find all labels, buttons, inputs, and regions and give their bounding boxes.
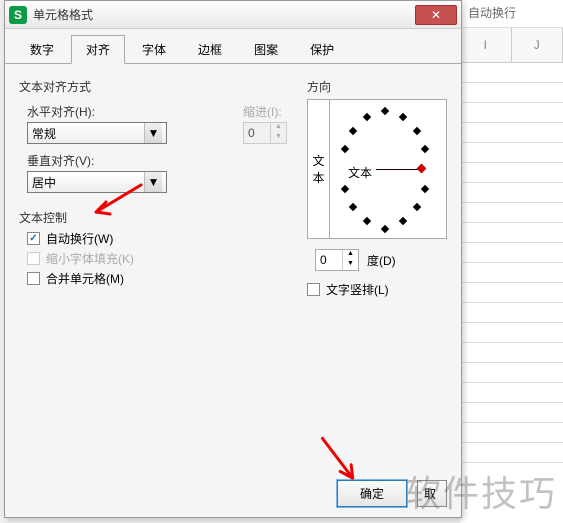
tab-number[interactable]: 数字 xyxy=(15,35,69,63)
vertical-layout-checkbox-row[interactable]: 文字竖排(L) xyxy=(307,281,447,298)
wrap-text-checkbox[interactable] xyxy=(27,232,40,245)
vertical-layout-checkbox[interactable] xyxy=(307,283,320,296)
titlebar[interactable]: S 单元格格式 ✕ xyxy=(5,1,461,29)
tab-border[interactable]: 边框 xyxy=(183,35,237,63)
spreadsheet-bg: I J xyxy=(460,28,563,523)
bg-wrap-button[interactable]: 自动换行 xyxy=(460,0,524,25)
text-align-group-label: 文本对齐方式 xyxy=(19,78,287,95)
h-align-label: 水平对齐(H): xyxy=(27,103,235,120)
chevron-down-icon: ▼ xyxy=(144,172,162,192)
tab-pattern[interactable]: 图案 xyxy=(239,35,293,63)
dial-handle[interactable] xyxy=(417,164,427,174)
cancel-button[interactable]: 取 xyxy=(417,480,447,507)
orientation-box: 文 本 文本 xyxy=(307,99,447,239)
merge-checkbox[interactable] xyxy=(27,272,40,285)
vertical-layout-label: 文字竖排(L) xyxy=(326,281,389,298)
dialog-title: 单元格格式 xyxy=(33,6,415,23)
wrap-text-checkbox-row[interactable]: 自动换行(W) xyxy=(27,230,287,247)
tab-protection[interactable]: 保护 xyxy=(295,35,349,63)
degree-label: 度(D) xyxy=(367,252,396,269)
spin-down-icon: ▼ xyxy=(270,133,286,143)
v-align-label: 垂直对齐(V): xyxy=(27,152,287,169)
orientation-dial[interactable]: 文本 xyxy=(330,100,446,238)
degree-input[interactable] xyxy=(316,253,338,267)
vertical-text-button[interactable]: 文 本 xyxy=(308,100,330,238)
degree-spinner[interactable]: ▲▼ xyxy=(315,249,359,271)
merge-label: 合并单元格(M) xyxy=(46,270,124,287)
spin-up-icon: ▲ xyxy=(270,123,286,133)
shrink-label: 缩小字体填充(K) xyxy=(46,250,134,267)
spin-down-icon[interactable]: ▼ xyxy=(342,260,358,270)
dial-text: 文本 xyxy=(348,164,372,181)
indent-spinner: ▲▼ xyxy=(243,122,287,144)
merge-checkbox-row[interactable]: 合并单元格(M) xyxy=(27,270,287,287)
spin-up-icon[interactable]: ▲ xyxy=(342,250,358,260)
col-header-i[interactable]: I xyxy=(460,28,512,62)
chevron-down-icon: ▼ xyxy=(144,123,162,143)
v-align-select[interactable]: 居中 ▼ xyxy=(27,171,167,193)
shrink-checkbox-row: 缩小字体填充(K) xyxy=(27,250,287,267)
tab-font[interactable]: 字体 xyxy=(127,35,181,63)
h-align-select[interactable]: 常规 ▼ xyxy=(27,122,167,144)
tab-alignment[interactable]: 对齐 xyxy=(71,35,125,64)
text-control-group-label: 文本控制 xyxy=(19,209,287,226)
ok-button[interactable]: 确定 xyxy=(337,480,407,507)
dial-line xyxy=(376,169,418,170)
h-align-value: 常规 xyxy=(32,125,56,142)
app-icon: S xyxy=(9,6,27,24)
indent-label: 缩进(I): xyxy=(243,103,287,120)
shrink-checkbox xyxy=(27,252,40,265)
tab-strip: 数字 对齐 字体 边框 图案 保护 xyxy=(5,29,461,64)
close-button[interactable]: ✕ xyxy=(415,5,457,25)
v-align-value: 居中 xyxy=(32,174,56,191)
orientation-group-label: 方向 xyxy=(307,78,447,95)
wrap-text-label: 自动换行(W) xyxy=(46,230,113,247)
indent-value xyxy=(244,126,266,140)
col-header-j[interactable]: J xyxy=(512,28,563,62)
cell-format-dialog: S 单元格格式 ✕ 数字 对齐 字体 边框 图案 保护 文本对齐方式 水平对齐(… xyxy=(4,0,462,518)
